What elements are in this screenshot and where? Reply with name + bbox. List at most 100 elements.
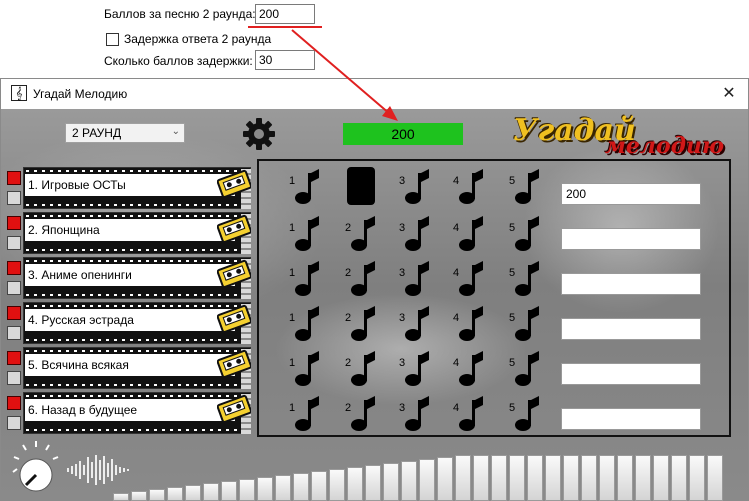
music-note-icon[interactable]: 4	[453, 216, 485, 252]
music-note-icon[interactable]: 1	[289, 216, 321, 252]
music-note-icon[interactable]: 2	[345, 396, 377, 432]
category-row[interactable]: 1. Игровые ОСТы	[1, 167, 253, 211]
chevron-down-icon: ⌄	[171, 126, 180, 137]
music-note-icon[interactable]: 2	[345, 261, 377, 297]
indicator-off[interactable]	[7, 191, 21, 205]
meter-bar	[383, 463, 399, 501]
team-score-field[interactable]	[561, 363, 701, 385]
indicator-red	[7, 351, 21, 365]
music-note-icon[interactable]: 5	[509, 306, 541, 342]
meter-bar	[419, 459, 435, 501]
meter-bar	[401, 461, 417, 501]
meter-bar	[167, 487, 183, 501]
music-note-icon[interactable]: 5	[509, 351, 541, 387]
indicator-off[interactable]	[7, 326, 21, 340]
strip-holes-top	[26, 305, 248, 307]
music-note-icon[interactable]: 1	[289, 396, 321, 432]
category-label: 5. Всячина всякая	[25, 354, 235, 376]
indicator-off[interactable]	[7, 236, 21, 250]
music-note-icon[interactable]: 3	[399, 216, 431, 252]
music-note-icon[interactable]: 2	[345, 216, 377, 252]
category-row[interactable]: 6. Назад в будущее	[1, 392, 253, 436]
strip-holes-bottom	[26, 294, 248, 296]
music-note-icon[interactable]: 3	[399, 351, 431, 387]
title-bar: 𝄞 Угадай Мелодию ✕	[1, 79, 748, 109]
strip-holes-bottom	[26, 384, 248, 386]
music-note-icon[interactable]: 4	[453, 396, 485, 432]
music-note-icon[interactable]: 3	[399, 261, 431, 297]
meter-bar	[689, 455, 705, 501]
strip-holes-bottom	[26, 204, 248, 206]
meter-bar	[239, 479, 255, 501]
meter-bar	[473, 455, 489, 501]
screen: Баллов за песню 2 раунда: 200 Задержка о…	[0, 0, 749, 501]
team-score-field[interactable]	[561, 408, 701, 430]
meter-bar	[563, 455, 579, 501]
indicator-red	[7, 396, 21, 410]
game-logo: Угадай мелодию	[513, 113, 724, 165]
music-note-icon[interactable]: 4	[453, 351, 485, 387]
category-row[interactable]: 3. Аниме опенинги	[1, 257, 253, 301]
category-row[interactable]: 4. Русская эстрада	[1, 302, 253, 346]
opened-note-slot[interactable]	[347, 167, 375, 205]
team-score-field[interactable]: 200	[561, 183, 701, 205]
strip-holes-top	[26, 395, 248, 397]
meter-bar	[455, 455, 471, 501]
score-display: 200	[343, 123, 463, 145]
strip-holes-top	[26, 350, 248, 352]
music-note-icon[interactable]: 5	[509, 169, 541, 205]
delay-points-input[interactable]: 30	[255, 50, 315, 70]
meter-bar	[149, 489, 165, 501]
indicator-off[interactable]	[7, 416, 21, 430]
volume-knob-icon[interactable]	[11, 439, 61, 495]
cassette-icon	[217, 349, 251, 377]
indicator-red	[7, 306, 21, 320]
music-note-icon[interactable]: 5	[509, 261, 541, 297]
music-note-icon[interactable]: 3	[399, 169, 431, 205]
meter-bar	[203, 483, 219, 501]
music-note-icon[interactable]: 4	[453, 306, 485, 342]
delay-checkbox-label: Задержка ответа 2 раунда	[124, 32, 272, 46]
category-row[interactable]: 5. Всячина всякая	[1, 347, 253, 391]
team-score-field[interactable]	[561, 318, 701, 340]
category-label: 2. Японщина	[25, 219, 235, 241]
team-score-field[interactable]	[561, 228, 701, 250]
indicator-off[interactable]	[7, 281, 21, 295]
music-note-icon[interactable]: 1	[289, 351, 321, 387]
music-note-icon[interactable]: 1	[289, 306, 321, 342]
meter-bar	[311, 471, 327, 501]
close-button[interactable]: ✕	[718, 83, 740, 105]
highlight-underline	[248, 26, 322, 28]
meter-bar	[599, 455, 615, 501]
strip-holes-bottom	[26, 429, 248, 431]
category-label: 3. Аниме опенинги	[25, 264, 235, 286]
music-note-icon[interactable]: 4	[453, 261, 485, 297]
game-window: 𝄞 Угадай Мелодию ✕ 2 РАУНД ⌄ 200 Угадай …	[0, 78, 749, 501]
points-input[interactable]: 200	[255, 4, 315, 24]
gear-icon[interactable]	[242, 117, 276, 151]
strip-holes-top	[26, 170, 248, 172]
music-note-icon[interactable]: 3	[399, 396, 431, 432]
music-note-icon[interactable]: 3	[399, 306, 431, 342]
delay-checkbox[interactable]	[106, 33, 119, 46]
meter-bar	[671, 455, 687, 501]
music-note-icon[interactable]: 5	[509, 396, 541, 432]
music-note-icon[interactable]: 4	[453, 169, 485, 205]
round-select[interactable]: 2 РАУНД ⌄	[65, 123, 185, 143]
indicator-off[interactable]	[7, 371, 21, 385]
category-row[interactable]: 2. Японщина	[1, 212, 253, 256]
meter-bar	[113, 493, 129, 501]
music-note-icon[interactable]: 2	[345, 306, 377, 342]
cassette-icon	[217, 169, 251, 197]
category-label: 6. Назад в будущее	[25, 399, 235, 421]
waveform-icon	[67, 455, 129, 485]
category-label: 4. Русская эстрада	[25, 309, 235, 331]
music-note-icon[interactable]: 1	[289, 261, 321, 297]
music-note-icon[interactable]: 5	[509, 216, 541, 252]
meter-bar	[653, 455, 669, 501]
music-note-icon[interactable]: 2	[345, 351, 377, 387]
delay-points-label: Сколько баллов задержки:	[104, 54, 253, 68]
team-score-field[interactable]	[561, 273, 701, 295]
music-note-icon[interactable]: 1	[289, 169, 321, 205]
app-icon: 𝄞	[11, 85, 27, 101]
